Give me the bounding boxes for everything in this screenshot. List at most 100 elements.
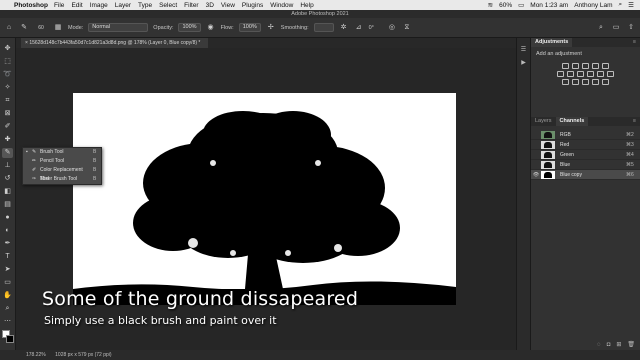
- more-tools-icon[interactable]: ⋯: [2, 317, 13, 327]
- levels-icon[interactable]: [572, 63, 579, 69]
- brush-preset-icon[interactable]: ✎: [19, 23, 29, 33]
- symmetry-icon[interactable]: ⧖: [402, 23, 412, 33]
- background-color-swatch[interactable]: [6, 335, 14, 343]
- posterize-icon[interactable]: [572, 79, 579, 85]
- shape-tool-icon[interactable]: ▭: [2, 278, 13, 288]
- healing-tool-icon[interactable]: ✚: [2, 135, 13, 145]
- frame-tool-icon[interactable]: ⊠: [2, 109, 13, 119]
- menu-edit[interactable]: Edit: [71, 2, 82, 9]
- color-lookup-icon[interactable]: [607, 71, 614, 77]
- tab-adjustments[interactable]: Adjustments: [531, 38, 573, 47]
- battery-percent[interactable]: 60%: [499, 2, 512, 9]
- brush-settings-icon[interactable]: ▦: [53, 23, 63, 33]
- workspace-icon[interactable]: ▭: [611, 23, 621, 33]
- trash-icon[interactable]: 🗑: [627, 340, 635, 350]
- flyout-item-mixer-brush-tool[interactable]: ✑ Mixer Brush Tool B: [23, 175, 101, 184]
- stamp-tool-icon[interactable]: ⊥: [2, 161, 13, 171]
- menu-help[interactable]: Help: [300, 2, 313, 9]
- angle-value[interactable]: 0°: [369, 25, 374, 31]
- channel-row[interactable]: Red ⌘3: [531, 140, 640, 150]
- flow-field[interactable]: 100%: [238, 23, 261, 32]
- play-actions-icon[interactable]: ▶: [517, 59, 530, 66]
- save-selection-icon[interactable]: ◘: [607, 340, 611, 350]
- eye-icon[interactable]: 👁: [531, 172, 541, 178]
- color-swatches[interactable]: [2, 330, 14, 344]
- size-pressure-icon[interactable]: ◎: [387, 23, 397, 33]
- zoom-level[interactable]: 178.22%: [26, 352, 46, 358]
- menu-user[interactable]: Anthony Lam: [574, 2, 612, 9]
- home-icon[interactable]: ⌂: [4, 23, 14, 33]
- dodge-tool-icon[interactable]: ◐: [2, 226, 13, 236]
- share-icon[interactable]: ⇧: [626, 23, 636, 33]
- opacity-pressure-icon[interactable]: ◉: [206, 23, 216, 33]
- search-icon[interactable]: ⌕: [596, 23, 606, 33]
- flyout-item-pencil-tool[interactable]: ✏ Pencil Tool B: [23, 157, 101, 166]
- hue-saturation-icon[interactable]: [557, 71, 564, 77]
- pen-tool-icon[interactable]: ✒: [2, 239, 13, 249]
- color-balance-icon[interactable]: [567, 71, 574, 77]
- menu-clock[interactable]: Mon 1:23 am: [530, 2, 568, 9]
- tab-layers[interactable]: Layers: [531, 117, 556, 126]
- zoom-tool-icon[interactable]: ⌕: [2, 304, 13, 314]
- wifi-icon[interactable]: ≋: [488, 1, 493, 9]
- brush-size-preview[interactable]: 60: [34, 23, 48, 33]
- exposure-icon[interactable]: [592, 63, 599, 69]
- invert-icon[interactable]: [562, 79, 569, 85]
- type-tool-icon[interactable]: T: [2, 252, 13, 262]
- channel-row-selected[interactable]: 👁 Blue copy ⌘6: [531, 170, 640, 180]
- panel-menu-icon[interactable]: ≡: [629, 117, 640, 126]
- panel-menu-icon[interactable]: ≡: [629, 38, 640, 47]
- menu-app-name[interactable]: Photoshop: [14, 2, 48, 9]
- threshold-icon[interactable]: [582, 79, 589, 85]
- history-brush-tool-icon[interactable]: ↺: [2, 174, 13, 184]
- marquee-tool-icon[interactable]: ⬚: [2, 57, 13, 67]
- black-white-icon[interactable]: [577, 71, 584, 77]
- menu-window[interactable]: Window: [270, 2, 293, 9]
- spotlight-search-icon[interactable]: ⌕: [619, 1, 623, 9]
- gradient-tool-icon[interactable]: ▤: [2, 200, 13, 210]
- menu-select[interactable]: Select: [159, 2, 177, 9]
- brush-tool-icon[interactable]: ✎: [2, 148, 13, 158]
- flyout-item-color-replacement-tool[interactable]: ✐ Color Replacement Tool B: [23, 166, 101, 182]
- document-tab[interactable]: × 15628d148c7b443fa50d7c1d821a3d8d.png @…: [21, 38, 209, 48]
- smoothing-field[interactable]: [313, 23, 334, 32]
- document-canvas[interactable]: [73, 93, 456, 305]
- menu-filter[interactable]: Filter: [184, 2, 198, 9]
- path-select-tool-icon[interactable]: ➤: [2, 265, 13, 275]
- blur-tool-icon[interactable]: ●: [2, 213, 13, 223]
- menu-image[interactable]: Image: [90, 2, 108, 9]
- load-selection-icon[interactable]: ◌: [597, 340, 601, 350]
- airbrush-icon[interactable]: ✢: [266, 23, 276, 33]
- new-channel-icon[interactable]: ⊞: [616, 340, 621, 350]
- menu-file[interactable]: File: [54, 2, 64, 9]
- angle-icon[interactable]: ⊿: [354, 23, 364, 33]
- mode-select[interactable]: Normal: [88, 23, 149, 32]
- menu-view[interactable]: View: [221, 2, 235, 9]
- brightness-contrast-icon[interactable]: [562, 63, 569, 69]
- crop-tool-icon[interactable]: ⌗: [2, 96, 13, 106]
- menu-layer[interactable]: Layer: [115, 2, 131, 9]
- document-size[interactable]: 1028 px x 579 px (72 ppi): [55, 352, 111, 358]
- move-tool-icon[interactable]: ✥: [2, 44, 13, 54]
- quick-select-tool-icon[interactable]: ✧: [2, 83, 13, 93]
- flyout-item-brush-tool[interactable]: ▪ ✎ Brush Tool B: [23, 148, 101, 157]
- control-center-icon[interactable]: ☰: [628, 1, 634, 9]
- hand-tool-icon[interactable]: ✋: [2, 291, 13, 301]
- channel-row[interactable]: Blue ⌘5: [531, 160, 640, 170]
- properties-icon[interactable]: ☰: [517, 46, 530, 53]
- channel-row[interactable]: Green ⌘4: [531, 150, 640, 160]
- vibrance-icon[interactable]: [602, 63, 609, 69]
- curves-icon[interactable]: [582, 63, 589, 69]
- menu-plugins[interactable]: Plugins: [242, 2, 263, 9]
- smoothing-options-icon[interactable]: ✲: [339, 23, 349, 33]
- eraser-tool-icon[interactable]: ◧: [2, 187, 13, 197]
- battery-icon[interactable]: ▭: [518, 1, 524, 9]
- tab-channels[interactable]: Channels: [555, 117, 589, 126]
- opacity-field[interactable]: 100%: [178, 23, 201, 32]
- selective-color-icon[interactable]: [602, 79, 609, 85]
- menu-type[interactable]: Type: [138, 2, 152, 9]
- lasso-tool-icon[interactable]: ➰: [2, 70, 13, 80]
- eyedropper-tool-icon[interactable]: ✐: [2, 122, 13, 132]
- gradient-map-icon[interactable]: [592, 79, 599, 85]
- channel-row[interactable]: RGB ⌘2: [531, 130, 640, 140]
